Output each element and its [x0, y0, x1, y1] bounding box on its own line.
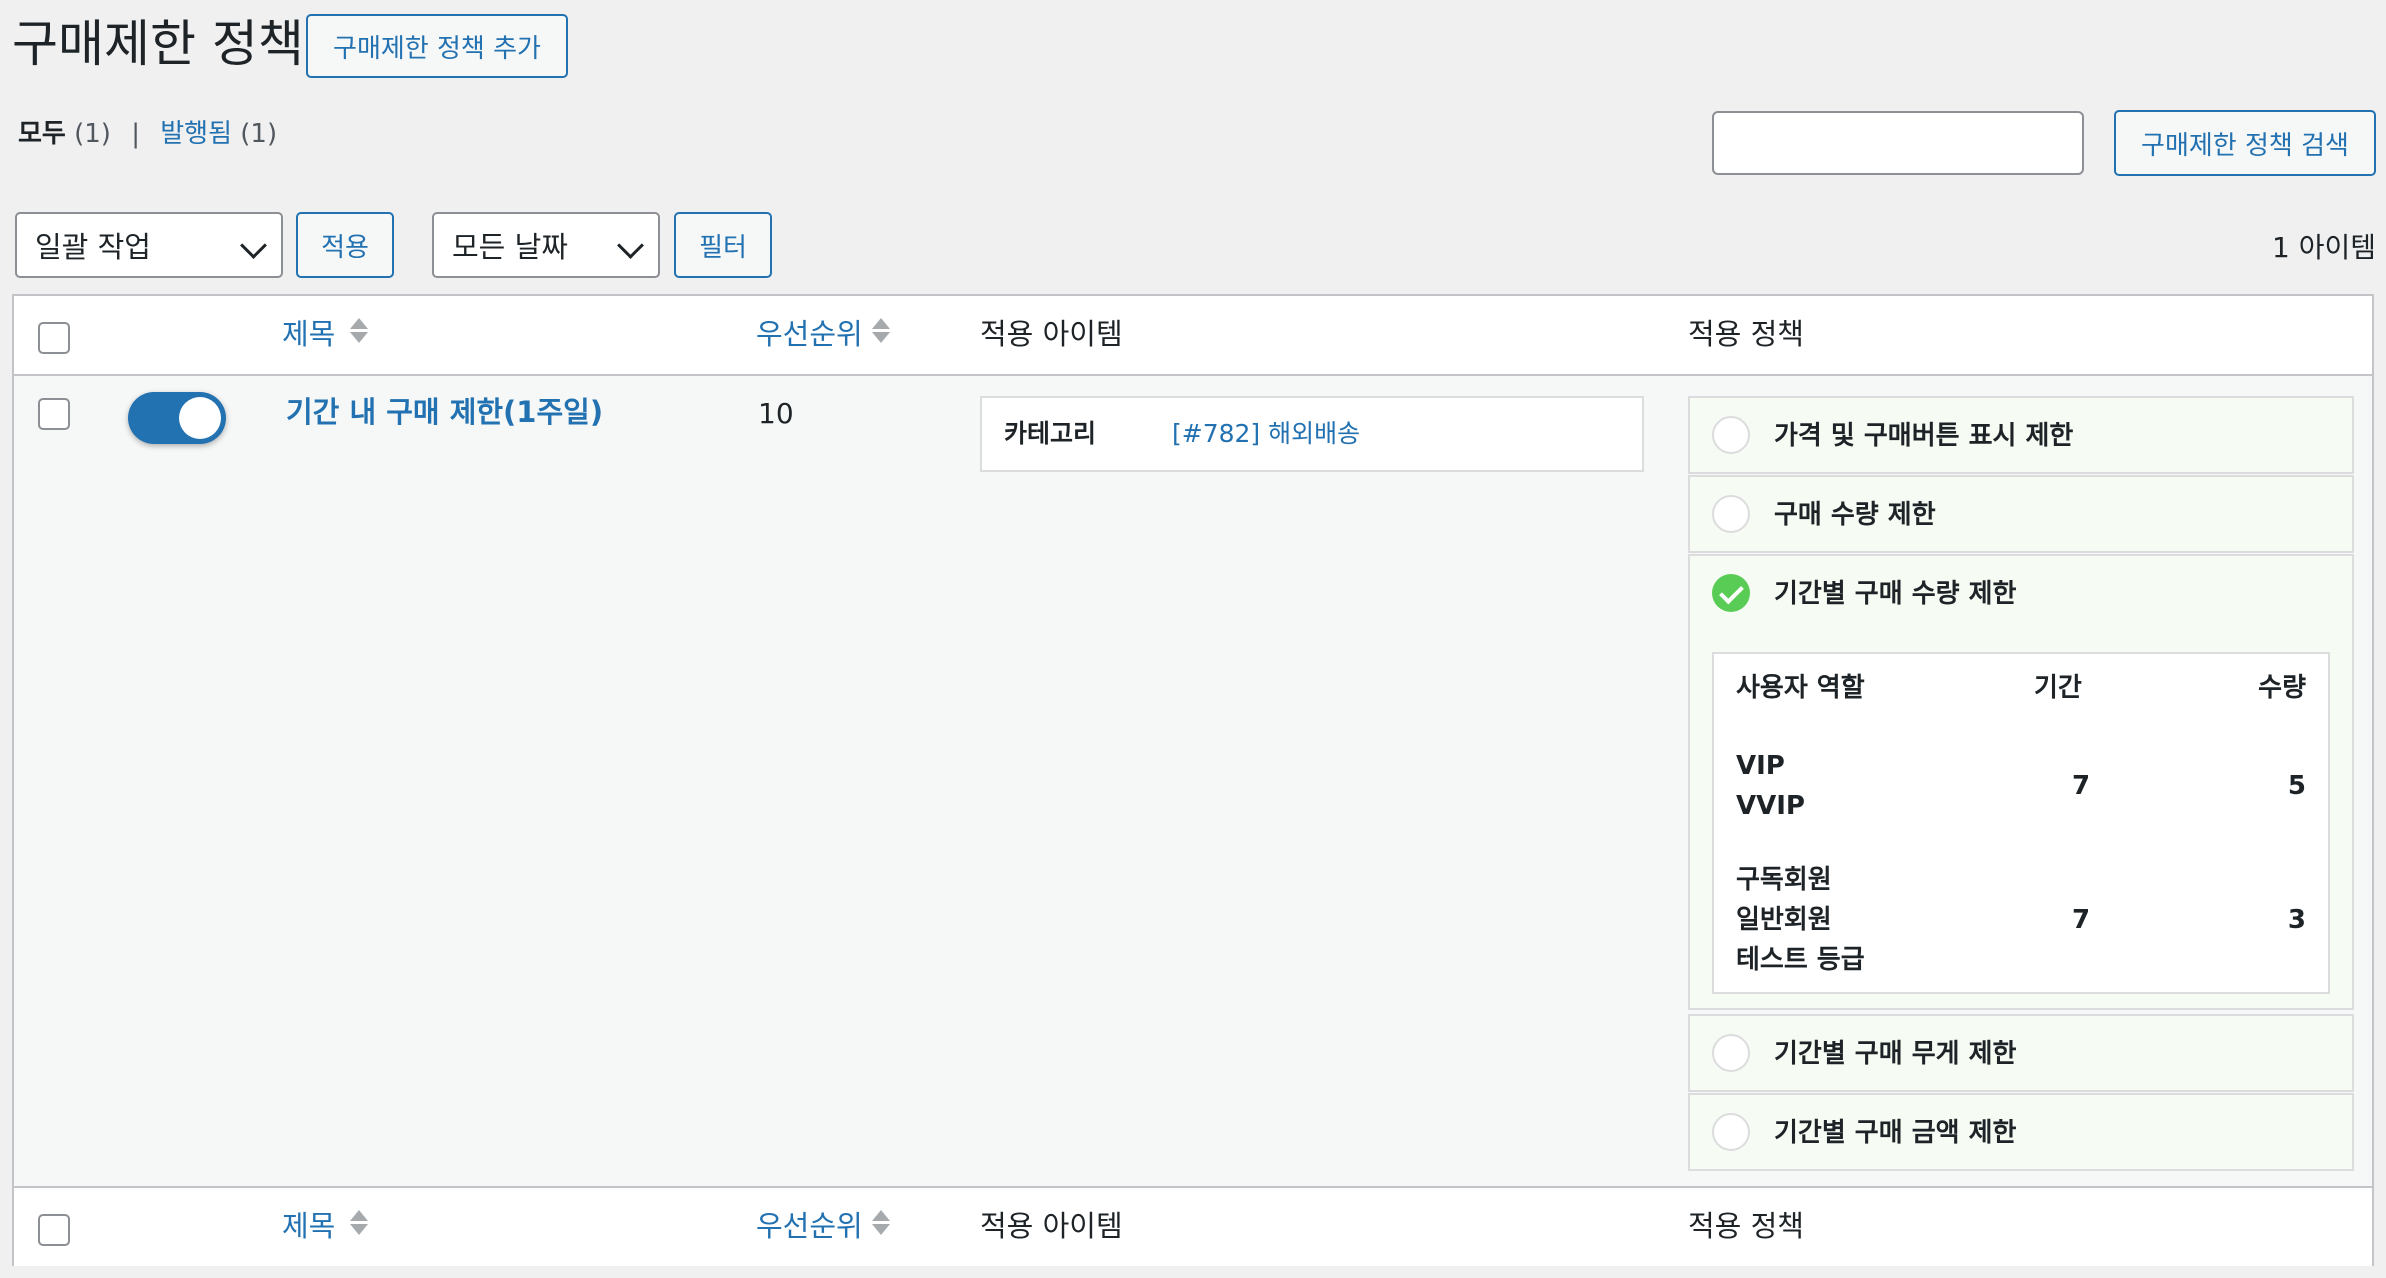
row-checkbox[interactable] — [38, 398, 70, 430]
policy-item-expanded: 기간별 구매 수량 제한 사용자 역할 기간 수량 VIP VVIP 7 5 구… — [1688, 554, 2354, 1010]
limit-role: 일반회원 — [1736, 905, 1832, 935]
bulk-action-value: 일괄 작업 — [35, 230, 151, 264]
status-circle-icon — [1712, 1034, 1750, 1072]
item-count: 1 아이템 — [2272, 231, 2376, 264]
chevron-down-icon — [240, 232, 267, 259]
search-button[interactable]: 구매제한 정책 검색 — [2114, 110, 2376, 176]
limit-period: 7 — [2072, 905, 2091, 935]
limit-role: VVIP — [1736, 791, 1805, 821]
policy-label: 기간별 구매 금액 제한 — [1774, 1118, 2017, 1148]
policy-item: 구매 수량 제한 — [1688, 475, 2354, 553]
bulk-action-select[interactable]: 일괄 작업 — [15, 212, 283, 278]
check-circle-icon — [1712, 574, 1750, 612]
status-circle-icon — [1712, 416, 1750, 454]
policy-label: 가격 및 구매버튼 표시 제한 — [1774, 421, 2074, 451]
table-footer: 제목 우선순위 적용 아이템 적용 정책 — [14, 1186, 2372, 1266]
policy-table: 제목 우선순위 적용 아이템 적용 정책 기간 내 구매 제한(1주일) 10 … — [12, 294, 2374, 1266]
column-title[interactable]: 제목 — [282, 316, 335, 352]
limit-role: VIP — [1736, 751, 1785, 781]
item-category-link[interactable]: [#782] 해외배송 — [1172, 416, 1360, 452]
policy-item: 가격 및 구매버튼 표시 제한 — [1688, 396, 2354, 474]
column-applied-items: 적용 아이템 — [980, 1209, 1123, 1243]
limit-header-role: 사용자 역할 — [1736, 673, 1865, 703]
view-published-count: (1) — [240, 119, 278, 149]
column-applied-items: 적용 아이템 — [980, 317, 1123, 351]
enabled-toggle[interactable] — [128, 392, 226, 444]
filter-button[interactable]: 필터 — [674, 212, 772, 278]
limit-period: 7 — [2072, 771, 2091, 801]
date-filter-value: 모든 날짜 — [452, 230, 568, 264]
date-filter-select[interactable]: 모든 날짜 — [432, 212, 660, 278]
limit-quantity: 5 — [2287, 771, 2306, 801]
applied-item-box: 카테고리 [#782] 해외배송 — [980, 396, 1644, 472]
page-title: 구매제한 정책 — [12, 15, 304, 73]
column-priority[interactable]: 우선순위 — [756, 316, 863, 352]
item-type: 카테고리 — [1004, 419, 1097, 448]
search-input[interactable] — [1712, 111, 2084, 175]
select-all-checkbox-bottom[interactable] — [38, 1214, 70, 1246]
table-row: 기간 내 구매 제한(1주일) 10 카테고리 [#782] 해외배송 가격 및… — [14, 376, 2372, 1186]
limit-header-period: 기간 — [2034, 673, 2082, 703]
table-header: 제목 우선순위 적용 아이템 적용 정책 — [14, 296, 2372, 376]
toggle-knob — [179, 397, 221, 439]
limit-role: 구독회원 — [1736, 865, 1832, 895]
view-all-link[interactable]: 모두 — [18, 119, 66, 149]
policy-item: 기간별 구매 금액 제한 — [1688, 1093, 2354, 1171]
column-applied-policy: 적용 정책 — [1688, 1209, 1804, 1243]
sort-icon[interactable] — [872, 1210, 890, 1238]
apply-button[interactable]: 적용 — [296, 212, 394, 278]
column-title[interactable]: 제목 — [282, 1208, 335, 1244]
status-circle-icon — [1712, 1113, 1750, 1151]
limit-role: 테스트 등급 — [1736, 945, 1865, 975]
add-policy-button[interactable]: 구매제한 정책 추가 — [306, 14, 568, 78]
view-filters: 모두 (1) | 발행됨 (1) — [18, 116, 277, 152]
chevron-down-icon — [617, 232, 644, 259]
sort-icon[interactable] — [872, 318, 890, 346]
policy-title-link[interactable]: 기간 내 구매 제한(1주일) — [286, 392, 603, 432]
policy-item: 기간별 구매 무게 제한 — [1688, 1014, 2354, 1092]
priority-value: 10 — [758, 397, 794, 430]
view-published-link[interactable]: 발행됨 — [160, 119, 232, 149]
sort-icon[interactable] — [350, 1210, 368, 1238]
view-separator: | — [131, 119, 140, 149]
sort-icon[interactable] — [350, 318, 368, 346]
limit-header-quantity: 수량 — [2258, 673, 2306, 703]
limit-quantity: 3 — [2287, 905, 2306, 935]
policy-label: 기간별 구매 무게 제한 — [1774, 1039, 2017, 1069]
select-all-checkbox[interactable] — [38, 322, 70, 354]
status-circle-icon — [1712, 495, 1750, 533]
column-applied-policy: 적용 정책 — [1688, 317, 1804, 351]
limit-table: 사용자 역할 기간 수량 VIP VVIP 7 5 구독회원 일반회원 테스트 … — [1712, 652, 2330, 994]
view-all-count: (1) — [74, 119, 111, 149]
column-priority[interactable]: 우선순위 — [756, 1208, 863, 1244]
policy-label: 기간별 구매 수량 제한 — [1774, 579, 2017, 609]
policy-label: 구매 수량 제한 — [1774, 500, 1936, 530]
